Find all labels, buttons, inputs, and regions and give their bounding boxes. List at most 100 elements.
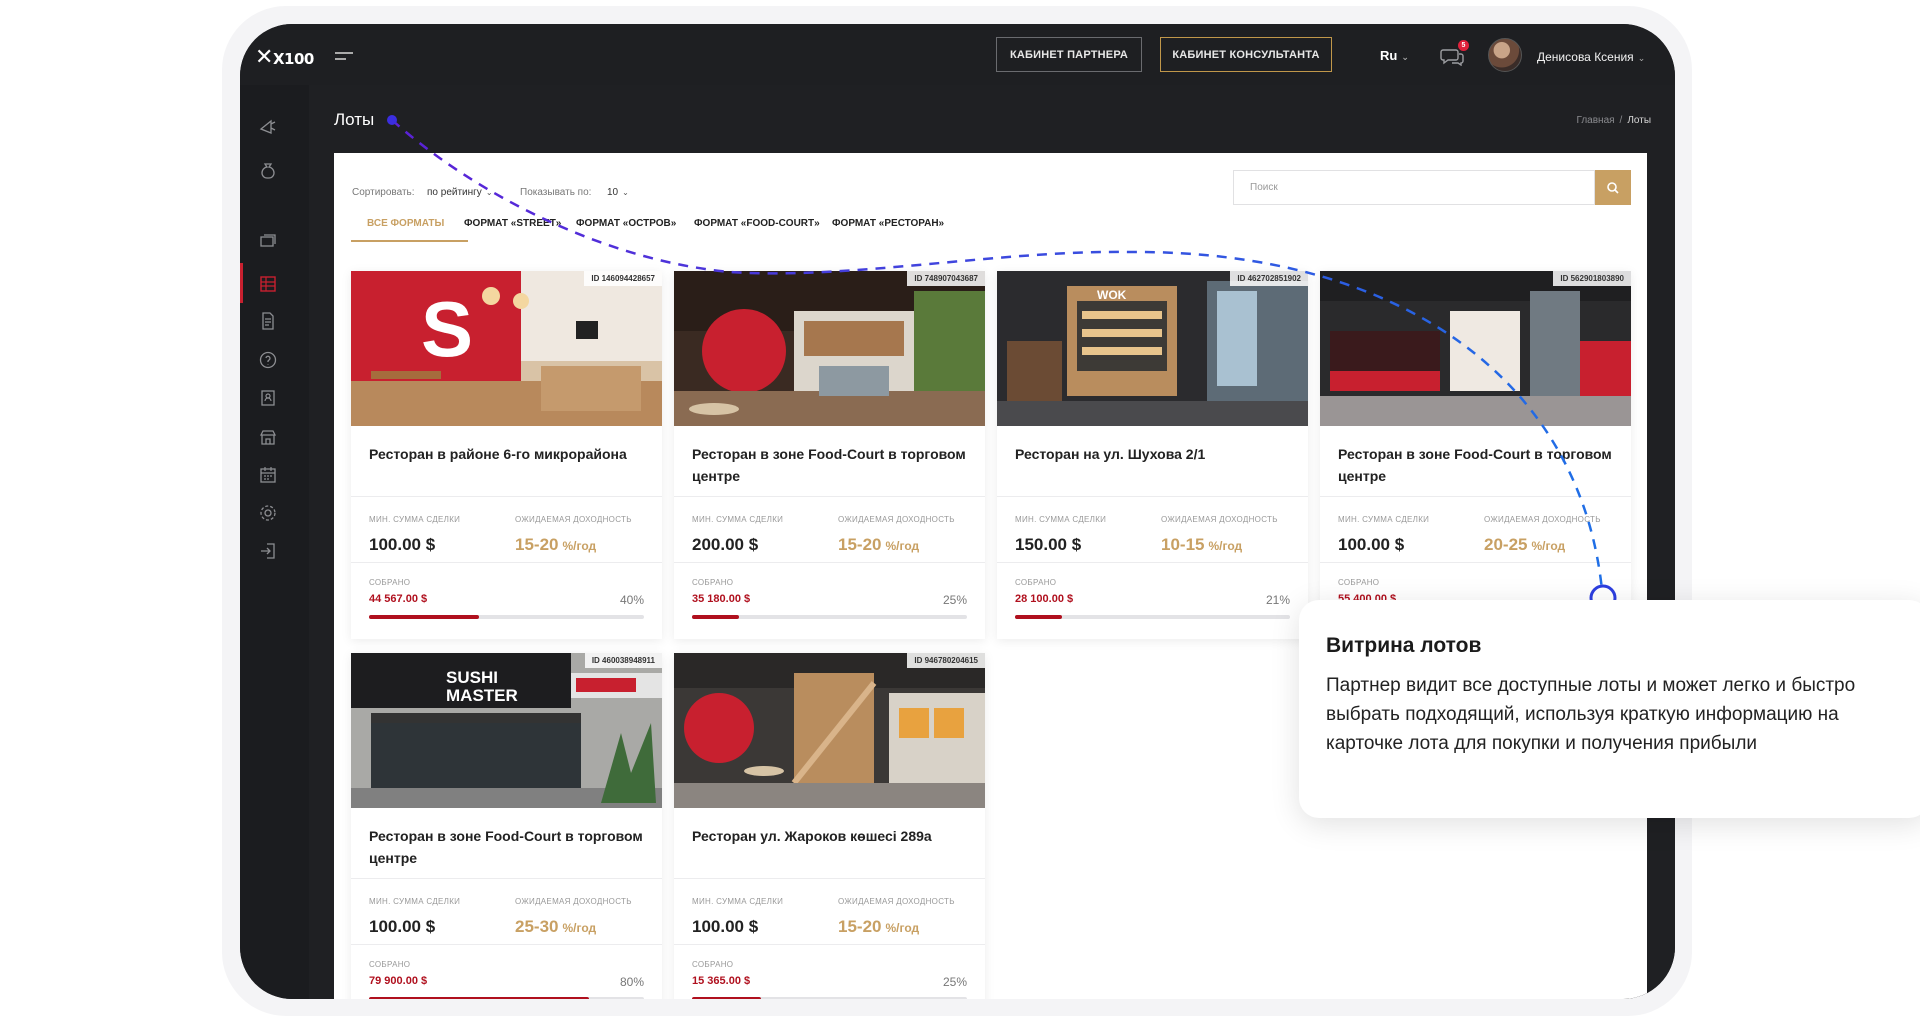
sidebar-item-contacts[interactable] (257, 387, 279, 409)
consultant-cabinet-button[interactable]: КАБИНЕТ КОНСУЛЬТАНТА (1160, 37, 1332, 72)
min-deal-value: 150.00 $ (1015, 535, 1082, 554)
collected-value: 15 365.00 $ (692, 975, 751, 987)
yield-unit: %/год (562, 539, 597, 553)
collected-percent: 40% (619, 593, 644, 607)
language-value: Ru (1380, 48, 1398, 63)
breadcrumb-home[interactable]: Главная (1576, 115, 1614, 126)
progress-bar (692, 997, 967, 999)
yield-label: ОЖИДАЕМАЯ ДОХОДНОСТЬ (1484, 515, 1601, 524)
collected-label: СОБРАНО (692, 960, 734, 969)
divider (351, 944, 662, 945)
user-menu[interactable]: Денисова Ксения ⌄ (1537, 50, 1645, 64)
divider (351, 496, 662, 497)
sidebar-item-finance[interactable] (257, 160, 279, 182)
sidebar-item-calendar[interactable] (257, 464, 279, 486)
progress-bar (369, 997, 644, 999)
sidebar-item-lots[interactable] (257, 273, 279, 295)
sidebar-item-logout[interactable] (257, 540, 279, 562)
lot-image: ID 562901803890 (1320, 271, 1631, 426)
lot-id: ID 462702851902 (1230, 271, 1308, 286)
chat-icon[interactable] (1440, 48, 1464, 66)
sidebar-item-announcements[interactable] (257, 115, 279, 137)
sort-select[interactable]: по рейтингу ⌄ (427, 187, 493, 198)
top-bar: ✕X100 КАБИНЕТ ПАРТНЕРА КАБИНЕТ КОНСУЛЬТА… (240, 24, 1675, 85)
page-size-select[interactable]: 10 ⌄ (607, 187, 629, 198)
sidebar-item-settings[interactable] (257, 502, 279, 524)
tab-active-underline (351, 240, 468, 242)
sidebar-item-documents[interactable] (257, 310, 279, 332)
lot-id: ID 946780204615 (907, 653, 985, 668)
partner-cabinet-button[interactable]: КАБИНЕТ ПАРТНЕРА (996, 37, 1142, 72)
progress-fill (369, 997, 589, 999)
shop-icon (259, 430, 277, 445)
sidebar-item-cards[interactable] (257, 230, 279, 252)
tab-street[interactable]: ФОРМАТ «STREET» (464, 218, 561, 229)
menu-toggle-icon[interactable] (335, 52, 353, 64)
sidebar-item-shop[interactable] (257, 426, 279, 448)
tab-island[interactable]: ФОРМАТ «ОСТРОВ» (576, 218, 676, 229)
sidebar-item-help[interactable] (257, 349, 279, 371)
language-select[interactable]: Ru ⌄ (1380, 48, 1409, 63)
min-deal-label: МИН. СУММА СДЕЛКИ (692, 515, 784, 524)
search-button[interactable] (1595, 170, 1631, 205)
yield-value: 25-30 %/год (515, 917, 596, 937)
yield-label: ОЖИДАЕМАЯ ДОХОДНОСТЬ (1161, 515, 1278, 524)
collected-percent: 25% (942, 593, 967, 607)
yield-range: 15-20 (515, 535, 559, 554)
divider (1320, 496, 1631, 497)
collected-label: СОБРАНО (692, 578, 734, 587)
logo-text: X100 (272, 50, 314, 68)
page-size-label: Показывать по: (520, 187, 592, 198)
sort-label: Сортировать: (352, 187, 415, 198)
progress-bar (1015, 615, 1290, 619)
callout-text: Партнер видит все доступные лоты и может… (1326, 675, 1856, 754)
yield-value: 20-25 %/год (1484, 535, 1565, 555)
lot-card[interactable]: ID 946780204615 Ресторан ул. Жароков көш… (674, 653, 985, 999)
min-deal-value: 100.00 $ (1338, 535, 1405, 554)
sidebar-active-indicator (240, 263, 243, 303)
lot-card[interactable]: WOK ID 462702851902 Ресторан на ул. Шухо… (997, 271, 1308, 639)
collected-label: СОБРАНО (1338, 578, 1380, 587)
yield-label: ОЖИДАЕМАЯ ДОХОДНОСТЬ (838, 515, 955, 524)
yield-value: 15-20 %/год (515, 535, 596, 555)
logo[interactable]: ✕X100 (255, 45, 314, 70)
sidebar (240, 85, 309, 999)
avatar[interactable] (1488, 38, 1522, 72)
lot-card[interactable]: ID 562901803890 Ресторан в зоне Food-Cou… (1320, 271, 1631, 639)
yield-unit: %/год (885, 921, 920, 935)
lot-card[interactable]: ID 748907043687 Ресторан в зоне Food-Cou… (674, 271, 985, 639)
lot-card[interactable]: SUSHI MASTER ID 460038948911 Ресторан в … (351, 653, 662, 999)
chevron-down-icon: ⌄ (485, 188, 493, 197)
divider (1320, 562, 1631, 563)
collected-percent: 21% (1265, 593, 1290, 607)
calendar-icon (260, 467, 276, 483)
tab-food-court[interactable]: ФОРМАТ «FOOD-COURT» (694, 218, 820, 229)
yield-unit: %/год (1531, 539, 1566, 553)
yield-label: ОЖИДАЕМАЯ ДОХОДНОСТЬ (515, 897, 632, 906)
min-deal-value: 100.00 $ (692, 917, 759, 936)
divider (997, 496, 1308, 497)
collected-value: 44 567.00 $ (369, 593, 428, 605)
lot-image: ID 946780204615 (674, 653, 985, 808)
yield-range: 15-20 (838, 917, 882, 936)
tab-restaurant[interactable]: ФОРМАТ «РЕСТОРАН» (832, 218, 944, 229)
collected-percent: 25% (942, 975, 967, 989)
yield-unit: %/год (1208, 539, 1243, 553)
search-input[interactable]: Поиск (1233, 170, 1595, 205)
yield-range: 20-25 (1484, 535, 1528, 554)
chevron-down-icon: ⌄ (622, 188, 629, 197)
breadcrumb: Главная / Лоты (1576, 115, 1651, 126)
tab-all-formats[interactable]: ВСЕ ФОРМАТЫ (367, 218, 444, 229)
lot-id: ID 146094428657 (584, 271, 662, 286)
search-icon (1607, 181, 1619, 194)
min-deal-label: МИН. СУММА СДЕЛКИ (1338, 515, 1430, 524)
lot-image: S ID 146094428657 (351, 271, 662, 426)
lot-card[interactable]: S ID 146094428657 Ресторан в районе 6-го… (351, 271, 662, 639)
lot-title: Ресторан в районе 6-го микрорайона (369, 446, 627, 462)
yield-label: ОЖИДАЕМАЯ ДОХОДНОСТЬ (515, 515, 632, 524)
money-bag-icon (261, 163, 275, 179)
lot-title: Ресторан в зоне Food-Court в торговом це… (692, 446, 966, 484)
chevron-down-icon: ⌄ (1637, 53, 1646, 63)
progress-fill (692, 615, 739, 619)
divider (351, 878, 662, 879)
